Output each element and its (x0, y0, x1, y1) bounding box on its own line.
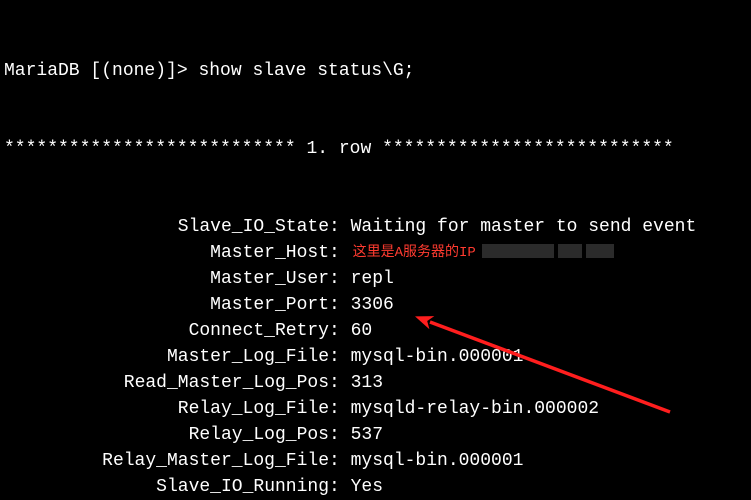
field-value: 313 (351, 370, 383, 396)
redaction-block (558, 244, 582, 258)
field-key: Read_Master_Log_Pos (4, 370, 329, 396)
field-row: Relay_Master_Log_File: mysql-bin.000001 (4, 448, 747, 474)
redaction-block (482, 244, 554, 258)
prompt-separator: > (177, 61, 199, 81)
field-row: Master_Port: 3306 (4, 292, 747, 318)
field-colon: : (329, 396, 351, 422)
field-value: 3306 (351, 292, 394, 318)
field-row: Master_Host: 这里是A服务器的IP (4, 240, 747, 266)
field-value: mysql-bin.000001 (351, 344, 524, 370)
field-row: Master_Log_File: mysql-bin.000001 (4, 344, 747, 370)
field-row: Relay_Log_Pos: 537 (4, 422, 747, 448)
field-colon: : (329, 214, 351, 240)
separator-left: *************************** (4, 139, 296, 159)
field-colon: : (329, 240, 351, 266)
terminal-output: MariaDB [(none)]> show slave status\G; *… (0, 0, 751, 500)
field-row: Connect_Retry: 60 (4, 318, 747, 344)
row-separator: *************************** 1. row *****… (4, 136, 747, 162)
field-key: Master_User (4, 266, 329, 292)
field-row: Relay_Log_File: mysqld-relay-bin.000002 (4, 396, 747, 422)
field-colon: : (329, 422, 351, 448)
prompt-db: MariaDB [(none)] (4, 61, 177, 81)
field-key: Master_Host (4, 240, 329, 266)
field-colon: : (329, 448, 351, 474)
prompt-line[interactable]: MariaDB [(none)]> show slave status\G; (4, 58, 747, 84)
field-colon: : (329, 474, 351, 500)
field-key: Relay_Log_Pos (4, 422, 329, 448)
field-colon: : (329, 318, 351, 344)
fields-block: Slave_IO_State: Waiting for master to se… (4, 214, 747, 500)
separator-right: *************************** (382, 139, 674, 159)
field-row: Read_Master_Log_Pos: 313 (4, 370, 747, 396)
field-key: Master_Log_File (4, 344, 329, 370)
redaction-block (586, 244, 614, 258)
field-value: Yes (351, 474, 383, 500)
field-value: mysqld-relay-bin.000002 (351, 396, 599, 422)
command-text: show slave status\G; (198, 61, 414, 81)
field-value: 537 (351, 422, 383, 448)
field-value: mysql-bin.000001 (351, 448, 524, 474)
field-row: Master_User: repl (4, 266, 747, 292)
field-key: Slave_IO_State (4, 214, 329, 240)
separator-middle: 1. row (296, 139, 382, 159)
annotation-note: 这里是A服务器的IP (351, 240, 476, 266)
field-row: Slave_IO_Running: Yes (4, 474, 747, 500)
field-value: 60 (351, 318, 373, 344)
field-colon: : (329, 266, 351, 292)
field-colon: : (329, 370, 351, 396)
field-value: Waiting for master to send event (351, 214, 697, 240)
field-colon: : (329, 292, 351, 318)
field-key: Slave_IO_Running (4, 474, 329, 500)
field-colon: : (329, 344, 351, 370)
field-key: Connect_Retry (4, 318, 329, 344)
field-key: Master_Port (4, 292, 329, 318)
field-key: Relay_Log_File (4, 396, 329, 422)
field-key: Relay_Master_Log_File (4, 448, 329, 474)
field-row: Slave_IO_State: Waiting for master to se… (4, 214, 747, 240)
field-value: repl (351, 266, 394, 292)
